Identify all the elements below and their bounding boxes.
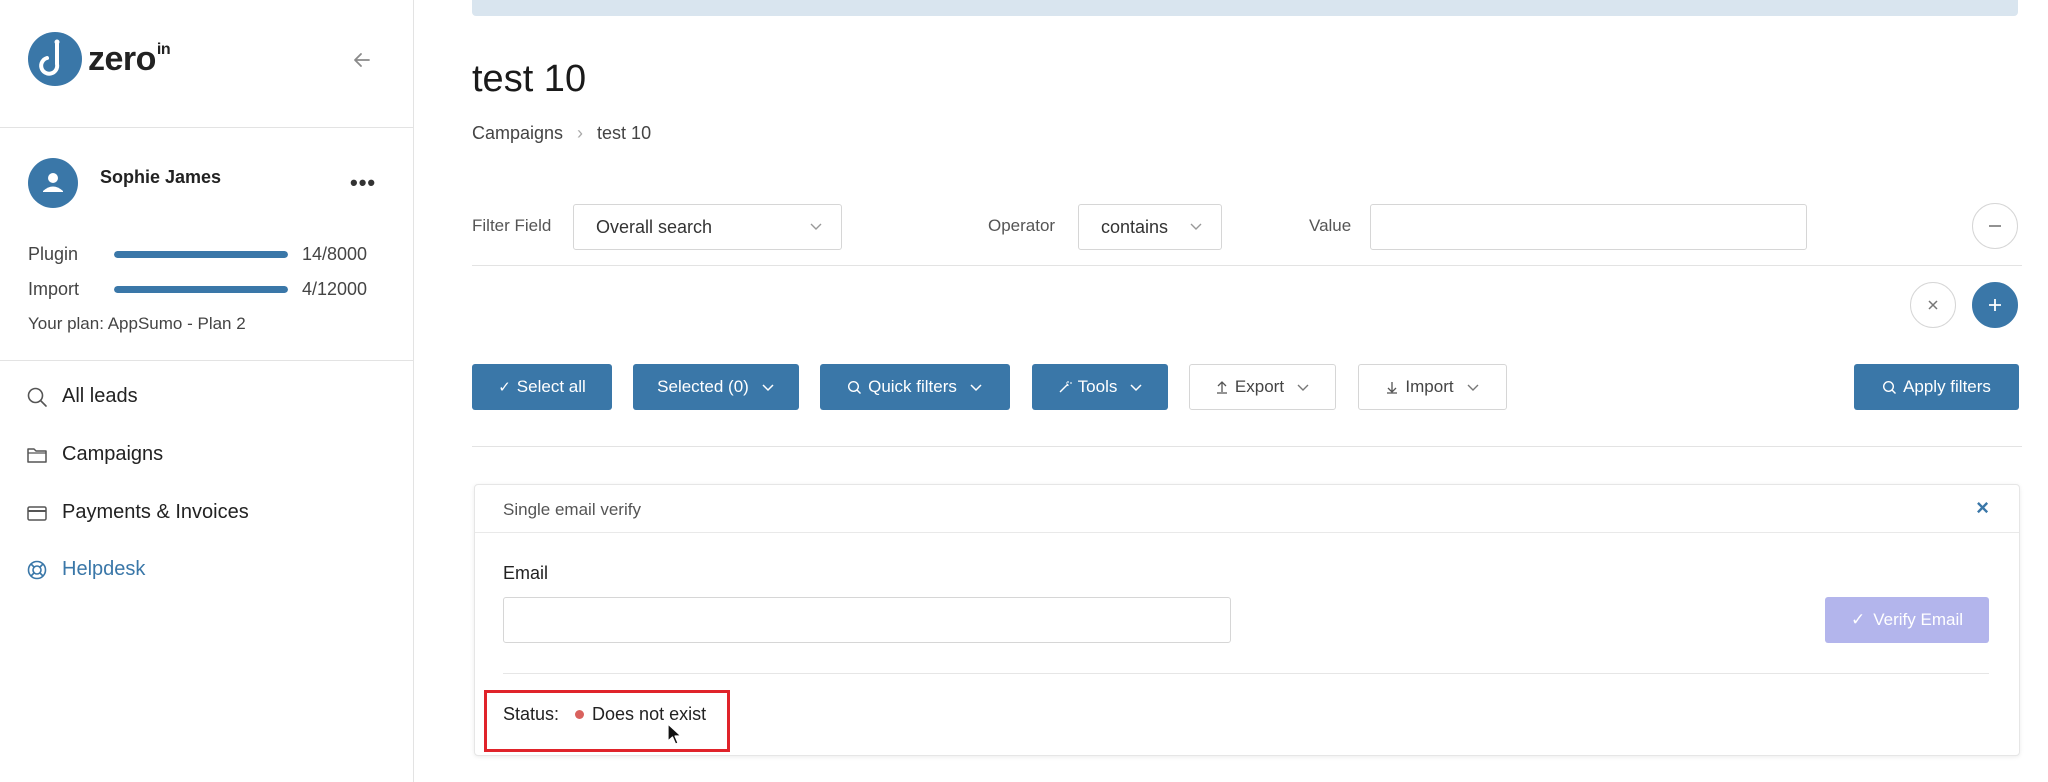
- search-icon: [27, 387, 47, 407]
- breadcrumb-item-current: test 10: [597, 123, 652, 143]
- export-label: Export: [1234, 377, 1285, 396]
- apply-filters-label: Apply filters: [1903, 377, 1991, 396]
- apply-filters-button[interactable]: Apply filters: [1854, 364, 2019, 410]
- operator-label: Operator: [988, 216, 1056, 235]
- credit-card-icon: [27, 505, 47, 521]
- chevron-down-icon: [810, 223, 822, 230]
- tools-label: Tools: [1077, 377, 1118, 396]
- import-label: Import: [1405, 377, 1454, 396]
- brand-name: zeroin: [88, 39, 171, 78]
- usage-label: Plugin: [28, 244, 79, 264]
- search-icon: [848, 380, 862, 394]
- chevron-down-icon: [1467, 384, 1479, 391]
- folder-icon: [27, 447, 47, 463]
- tools-button[interactable]: Tools: [1032, 364, 1168, 410]
- highlight-annotation: [484, 690, 730, 752]
- chevron-right-icon: ›: [577, 123, 584, 143]
- selected-label: Selected (0): [657, 377, 749, 396]
- check-icon: ✓: [498, 379, 511, 396]
- export-button[interactable]: Export: [1189, 364, 1336, 410]
- collapse-sidebar-icon[interactable]: [350, 48, 374, 72]
- magic-wand-icon: [1059, 380, 1072, 392]
- plan-text: Your plan: AppSumo - Plan 2: [28, 314, 246, 333]
- search-icon: [1883, 380, 1897, 394]
- usage-import: Import 4/12000: [28, 279, 367, 300]
- upload-icon: [1216, 381, 1227, 394]
- sidebar-item-all-leads[interactable]: All leads: [26, 385, 138, 408]
- sidebar-item-label: All leads: [62, 385, 138, 407]
- email-label: Email: [503, 563, 549, 583]
- remove-filter-button[interactable]: [1972, 203, 2018, 249]
- sidebar-item-helpdesk[interactable]: Helpdesk: [26, 558, 145, 581]
- chevron-down-icon: [1130, 384, 1142, 392]
- card-header: Single email verify ×: [475, 485, 2019, 533]
- usage-bar-fill: [114, 286, 288, 293]
- filter-field-select[interactable]: Overall search: [573, 204, 842, 250]
- divider: [0, 127, 414, 128]
- breadcrumb: Campaigns › test 10: [472, 123, 651, 144]
- email-input[interactable]: [503, 597, 1231, 643]
- more-options-icon[interactable]: •••: [350, 170, 376, 196]
- import-button[interactable]: Import: [1358, 364, 1507, 410]
- add-filter-button[interactable]: [1972, 282, 2018, 328]
- usage-bar: [114, 286, 288, 293]
- select-all-label: Select all: [516, 377, 586, 396]
- breadcrumb-item-campaigns[interactable]: Campaigns: [472, 123, 563, 144]
- user-name: Sophie James: [100, 166, 222, 187]
- minus-icon: [1989, 225, 2001, 227]
- page-title: test 10: [472, 58, 587, 100]
- chevron-down-icon: [1297, 384, 1309, 391]
- filter-field-value: Overall search: [596, 216, 713, 237]
- sidebar-item-label: Payments & Invoices: [62, 501, 249, 523]
- filter-field-label: Filter Field: [472, 216, 552, 235]
- logo[interactable]: zeroin: [28, 32, 171, 86]
- usage-count: 14/8000: [302, 244, 368, 264]
- divider: [472, 446, 2022, 447]
- plus-icon: [1989, 299, 2001, 311]
- sidebar-item-label: Helpdesk: [62, 558, 146, 580]
- verify-email-label: Verify Email: [1873, 610, 1963, 629]
- check-icon: ✓: [1851, 610, 1866, 629]
- usage-bar: [114, 251, 288, 258]
- usage-bar-fill: [114, 251, 288, 258]
- value-label: Value: [1309, 216, 1352, 235]
- quick-filters-button[interactable]: Quick filters: [820, 364, 1010, 410]
- top-banner: [472, 0, 2018, 16]
- sidebar-item-campaigns[interactable]: Campaigns: [26, 443, 163, 466]
- divider: [503, 673, 1989, 674]
- selected-dropdown-button[interactable]: Selected (0): [633, 364, 799, 410]
- close-icon: [1928, 300, 1938, 310]
- usage-plugin: Plugin 14/8000: [28, 244, 367, 265]
- operator-select[interactable]: contains: [1078, 204, 1222, 250]
- operator-value: contains: [1101, 216, 1169, 237]
- chevron-down-icon: [762, 384, 774, 392]
- usage-label: Import: [28, 279, 80, 299]
- card-title: Single email verify: [503, 500, 641, 519]
- chevron-down-icon: [1190, 223, 1202, 230]
- zeroin-logo-icon: [28, 32, 82, 86]
- avatar: [28, 158, 78, 208]
- divider: [0, 360, 414, 361]
- divider: [472, 265, 2022, 266]
- quick-filters-label: Quick filters: [868, 377, 957, 396]
- select-all-button[interactable]: ✓ Select all: [472, 364, 612, 410]
- mouse-cursor-icon: [667, 723, 682, 745]
- verify-email-button[interactable]: ✓ Verify Email: [1825, 597, 1989, 643]
- value-input[interactable]: [1370, 204, 1807, 250]
- chevron-down-icon: [970, 384, 982, 392]
- sidebar-item-payments-invoices[interactable]: Payments & Invoices: [26, 501, 249, 524]
- clear-filters-button[interactable]: [1910, 282, 1956, 328]
- sidebar: zeroin Sophie James ••• Plugin 14/8000 I…: [0, 0, 414, 782]
- usage-count: 4/12000: [302, 279, 368, 299]
- user-profile[interactable]: Sophie James: [28, 158, 221, 208]
- download-icon: [1387, 382, 1398, 394]
- lifebuoy-icon: [27, 560, 47, 579]
- sidebar-item-label: Campaigns: [62, 443, 164, 465]
- close-icon[interactable]: ×: [1976, 495, 1989, 521]
